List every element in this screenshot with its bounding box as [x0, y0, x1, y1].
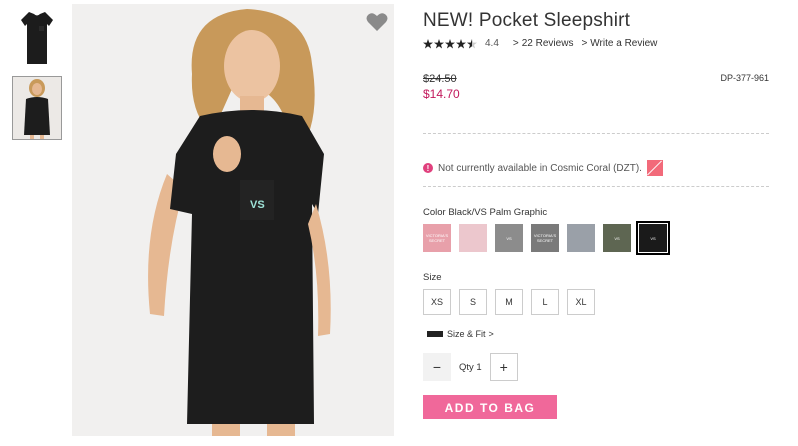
rating-row: 4.4 >22 Reviews > Write a Review — [423, 38, 769, 49]
size-options: XS S M L XL — [423, 289, 769, 315]
size-option-l[interactable]: L — [531, 289, 559, 315]
divider — [423, 133, 769, 134]
original-price: $24.50 — [423, 73, 457, 85]
chevron-right-icon: > — [512, 38, 519, 49]
svg-text:VS: VS — [250, 199, 265, 211]
rating-stars — [423, 38, 477, 49]
chevron-right-icon: > — [581, 38, 588, 49]
color-label: Color Black/VS Palm Graphic — [423, 207, 548, 218]
unavailable-color-swatch[interactable] — [646, 160, 663, 176]
qty-label: Qty 1 — [459, 361, 482, 373]
flat-shirt-image — [21, 12, 53, 64]
model-thumbnail-image — [13, 77, 61, 139]
rating-value: 4.4 — [485, 38, 499, 49]
star-icon — [423, 38, 433, 48]
product-title: NEW! Pocket Sleepshirt — [423, 10, 631, 31]
color-swatch-heather-gray[interactable] — [567, 224, 595, 252]
color-swatch-charcoal-logo[interactable]: VICTORIA'S SECRET — [531, 224, 559, 252]
color-swatch-light-pink[interactable] — [459, 224, 487, 252]
size-option-m[interactable]: M — [495, 289, 523, 315]
price-row: $24.50 $14.70 DP-377-961 — [423, 73, 769, 105]
color-swatch-pink-vs-logo[interactable]: VICTORIA'S SECRET — [423, 224, 451, 252]
info-icon: ! — [423, 163, 433, 173]
qty-increase-button[interactable]: + — [489, 353, 518, 381]
color-swatch-olive-palm[interactable]: VS — [603, 224, 631, 252]
availability-text: Not currently available in Cosmic Coral … — [438, 162, 642, 174]
write-review-link[interactable]: > Write a Review — [581, 38, 657, 49]
divider — [423, 186, 769, 187]
color-swatch-gray-palm[interactable]: VS — [495, 224, 523, 252]
chevron-right-icon: > — [488, 329, 494, 339]
thumbnail-model[interactable] — [12, 76, 62, 140]
availability-notice: ! Not currently available in Cosmic Cora… — [423, 160, 769, 176]
quantity-row: − Qty 1 + — [423, 353, 769, 381]
half-star-icon — [467, 38, 477, 48]
qty-value: 1 — [476, 361, 482, 373]
size-fit-label: Size & Fit — [447, 329, 486, 339]
reviews-link[interactable]: >22 Reviews — [513, 38, 574, 49]
size-option-xs[interactable]: XS — [423, 289, 451, 315]
thumbnail-list — [12, 6, 62, 146]
add-to-bag-button[interactable]: ADD TO BAG — [423, 395, 557, 419]
size-option-xl[interactable]: XL — [567, 289, 595, 315]
star-icon — [456, 38, 466, 48]
size-option-s[interactable]: S — [459, 289, 487, 315]
qty-decrease-button[interactable]: − — [423, 353, 451, 381]
thumbnail-flat-shirt[interactable] — [12, 6, 62, 70]
main-product-image[interactable]: VS — [72, 4, 394, 436]
ruler-icon — [427, 331, 443, 337]
write-review-label: Write a Review — [590, 38, 658, 49]
sale-price: $14.70 — [423, 87, 460, 101]
star-icon — [434, 38, 444, 48]
size-label: Size — [423, 272, 442, 283]
model-photo: VS — [72, 4, 394, 436]
size-fit-link[interactable]: Size & Fit > — [427, 329, 769, 339]
favorite-heart-icon[interactable] — [366, 12, 388, 32]
product-info: NEW! Pocket Sleepshirt 4.4 >22 Reviews >… — [423, 0, 769, 419]
star-icon — [445, 38, 455, 48]
color-swatch-black-palm[interactable]: VS — [636, 221, 670, 255]
color-swatches: VICTORIA'S SECRET VS VICTORIA'S SECRET VS VS — [423, 221, 769, 255]
product-sku: DP-377-961 — [720, 73, 769, 83]
reviews-link-label: 22 Reviews — [521, 38, 574, 49]
